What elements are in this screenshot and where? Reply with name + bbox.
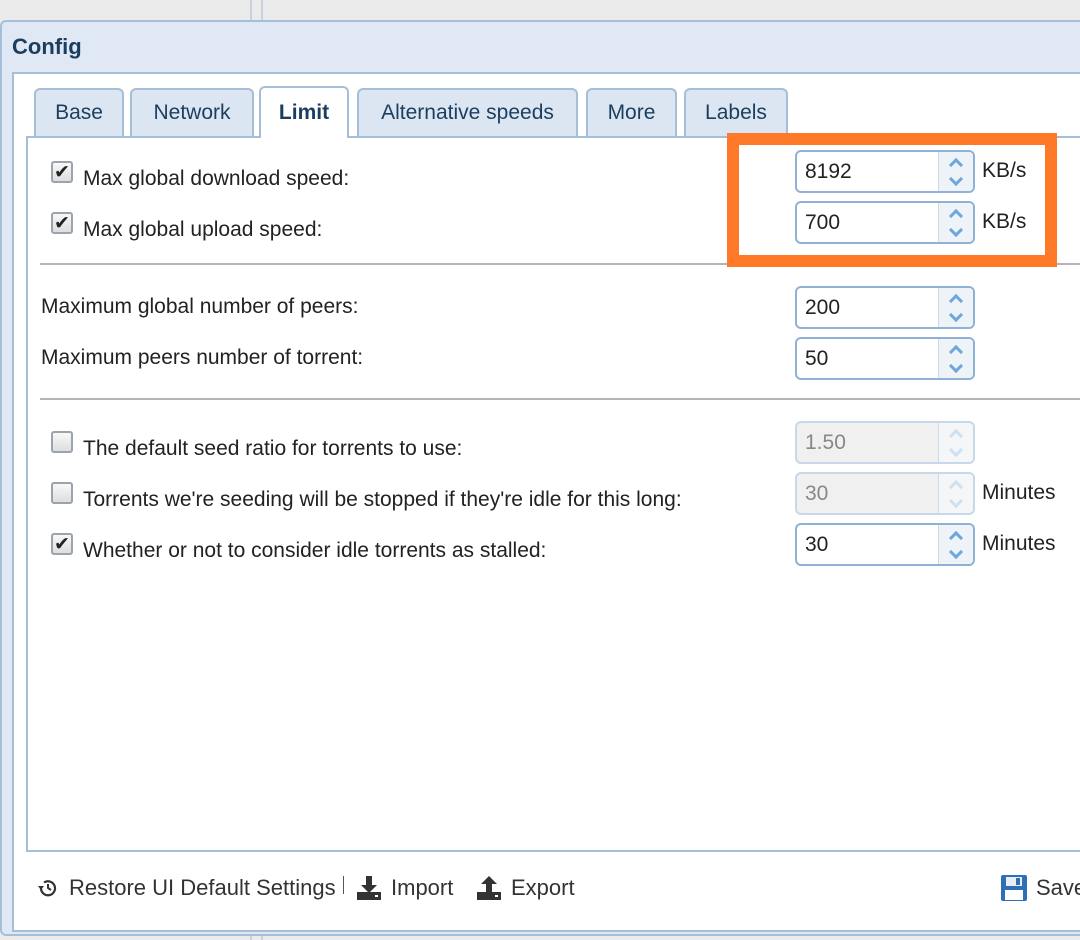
spin-down-icon[interactable] [939, 544, 973, 563]
section-divider [40, 398, 1080, 400]
seed-ratio-checkbox[interactable] [51, 431, 73, 453]
idle-stalled-spinner[interactable] [795, 523, 975, 566]
spin-down-icon [939, 442, 973, 461]
idle-stalled-label: Whether or not to consider idle torrents… [83, 539, 547, 562]
idle-stop-label: Torrents we're seeding will be stopped i… [83, 488, 682, 511]
import-button[interactable]: Import [355, 868, 453, 908]
tab-network[interactable]: Network [130, 88, 254, 136]
highlight-box [727, 133, 1057, 267]
tab-alternative-speeds[interactable]: Alternative speeds [357, 88, 578, 136]
save-label: Save [1036, 875, 1080, 900]
spin-up-icon [939, 423, 973, 443]
upload-limit-checkbox[interactable]: ✔ [51, 212, 73, 234]
checkmark-icon: ✔ [54, 533, 70, 555]
restore-defaults-button[interactable]: Restore UI Default Settings [35, 868, 336, 908]
idle-stalled-input[interactable] [797, 525, 937, 564]
torrent-peers-spinner[interactable] [795, 337, 975, 380]
import-icon [355, 874, 383, 902]
spin-down-icon [939, 493, 973, 512]
tab-base[interactable]: Base [34, 88, 124, 136]
export-label: Export [511, 875, 575, 900]
idle-stop-unit: Minutes [982, 481, 1056, 504]
idle-stop-spinner [795, 472, 975, 515]
seed-ratio-label: The default seed ratio for torrents to u… [83, 437, 463, 460]
spinner-arrows [938, 288, 973, 327]
tab-labels[interactable]: Labels [684, 88, 788, 136]
spinner-arrows [938, 339, 973, 378]
global-peers-input[interactable] [797, 288, 937, 327]
download-limit-label: Max global download speed: [83, 167, 350, 190]
global-peers-label: Maximum global number of peers: [41, 295, 359, 318]
restore-icon [35, 875, 61, 901]
idle-stalled-unit: Minutes [982, 532, 1056, 555]
import-label: Import [391, 875, 454, 900]
seed-ratio-spinner [795, 421, 975, 464]
spin-up-icon[interactable] [939, 525, 973, 545]
spinner-arrows [938, 525, 973, 564]
idle-stop-input [797, 474, 937, 513]
upload-limit-label: Max global upload speed: [83, 218, 323, 241]
floppy-disk-icon [1000, 874, 1028, 902]
footer-divider [343, 876, 344, 894]
download-limit-checkbox[interactable]: ✔ [51, 161, 73, 183]
save-button[interactable]: Save [1000, 868, 1080, 908]
idle-stalled-checkbox[interactable]: ✔ [51, 533, 73, 555]
spin-up-icon[interactable] [939, 288, 973, 308]
spin-up-icon[interactable] [939, 339, 973, 359]
export-icon [475, 874, 503, 902]
dialog-title: Config [12, 34, 82, 59]
tab-limit[interactable]: Limit [259, 86, 349, 138]
spinner-arrows [938, 423, 973, 462]
spin-down-icon[interactable] [939, 307, 973, 326]
spinner-arrows [938, 474, 973, 513]
background-divider [250, 0, 252, 22]
checkmark-icon: ✔ [54, 212, 70, 234]
spin-down-icon[interactable] [939, 358, 973, 377]
spin-up-icon [939, 474, 973, 494]
seed-ratio-input [797, 423, 937, 462]
restore-defaults-label: Restore UI Default Settings [69, 875, 336, 900]
torrent-peers-input[interactable] [797, 339, 937, 378]
idle-stop-checkbox[interactable] [51, 482, 73, 504]
export-button[interactable]: Export [475, 868, 575, 908]
background-divider [261, 0, 263, 22]
checkmark-icon: ✔ [54, 161, 70, 183]
torrent-peers-label: Maximum peers number of torrent: [41, 346, 364, 369]
global-peers-spinner[interactable] [795, 286, 975, 329]
tab-more[interactable]: More [586, 88, 677, 136]
